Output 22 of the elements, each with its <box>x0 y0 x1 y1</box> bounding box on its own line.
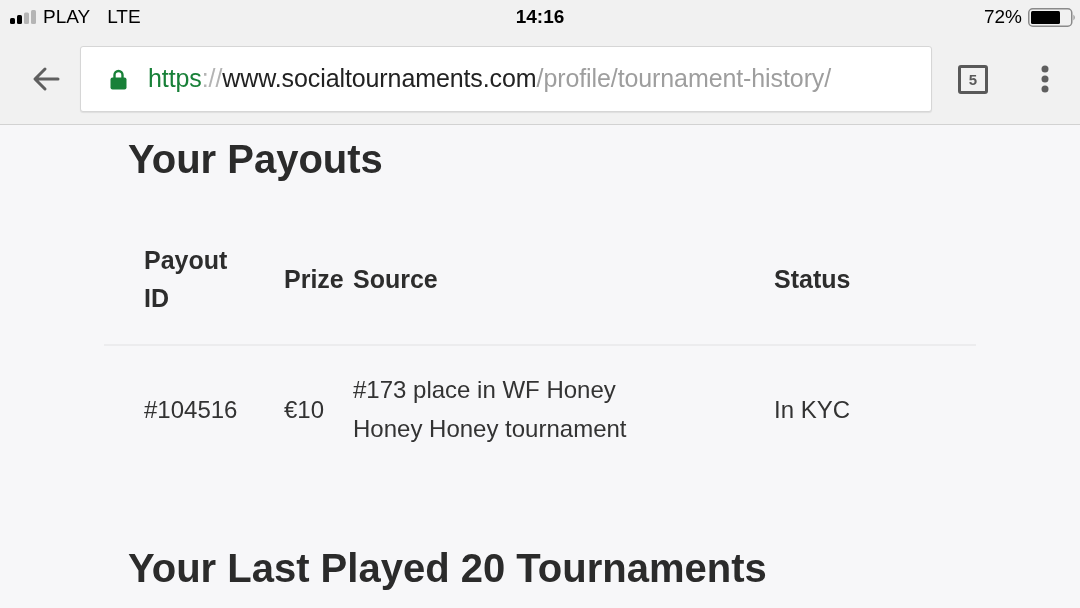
table-cell-text: €10 <box>284 394 325 425</box>
battery-percentage: 72% <box>983 4 1022 29</box>
more-vertical-icon <box>1041 65 1049 93</box>
lock-icon <box>110 68 127 90</box>
table-cell-text: #104516 <box>144 394 238 425</box>
url-text: https://www.socialtournaments.com/profile/tournament-history/ <box>148 63 832 95</box>
network-type: LTE <box>107 4 141 29</box>
carrier-name: PLAY <box>43 4 91 29</box>
battery-icon <box>1028 7 1076 27</box>
tab-count-button[interactable]: 5 <box>958 64 988 94</box>
column-header: Prize <box>284 264 344 295</box>
column-header: Source <box>353 264 438 295</box>
table-cell-text: #173 place in WF Honey Honey Honey tournament <box>353 375 628 444</box>
column-header: Payout ID <box>144 245 229 314</box>
table-cell-text: In KYC <box>774 394 851 425</box>
signal-icon <box>10 10 36 24</box>
back-arrow-icon <box>32 66 60 92</box>
column-header: Status <box>774 264 851 295</box>
section-heading: Your Last Played 20 Tournaments <box>128 545 767 592</box>
section-heading: Your Payouts <box>128 136 383 183</box>
clock-time: 14:16 <box>515 4 565 29</box>
address-bar[interactable]: https://www.socialtournaments.com/profile/tournament-history/ <box>80 46 932 112</box>
